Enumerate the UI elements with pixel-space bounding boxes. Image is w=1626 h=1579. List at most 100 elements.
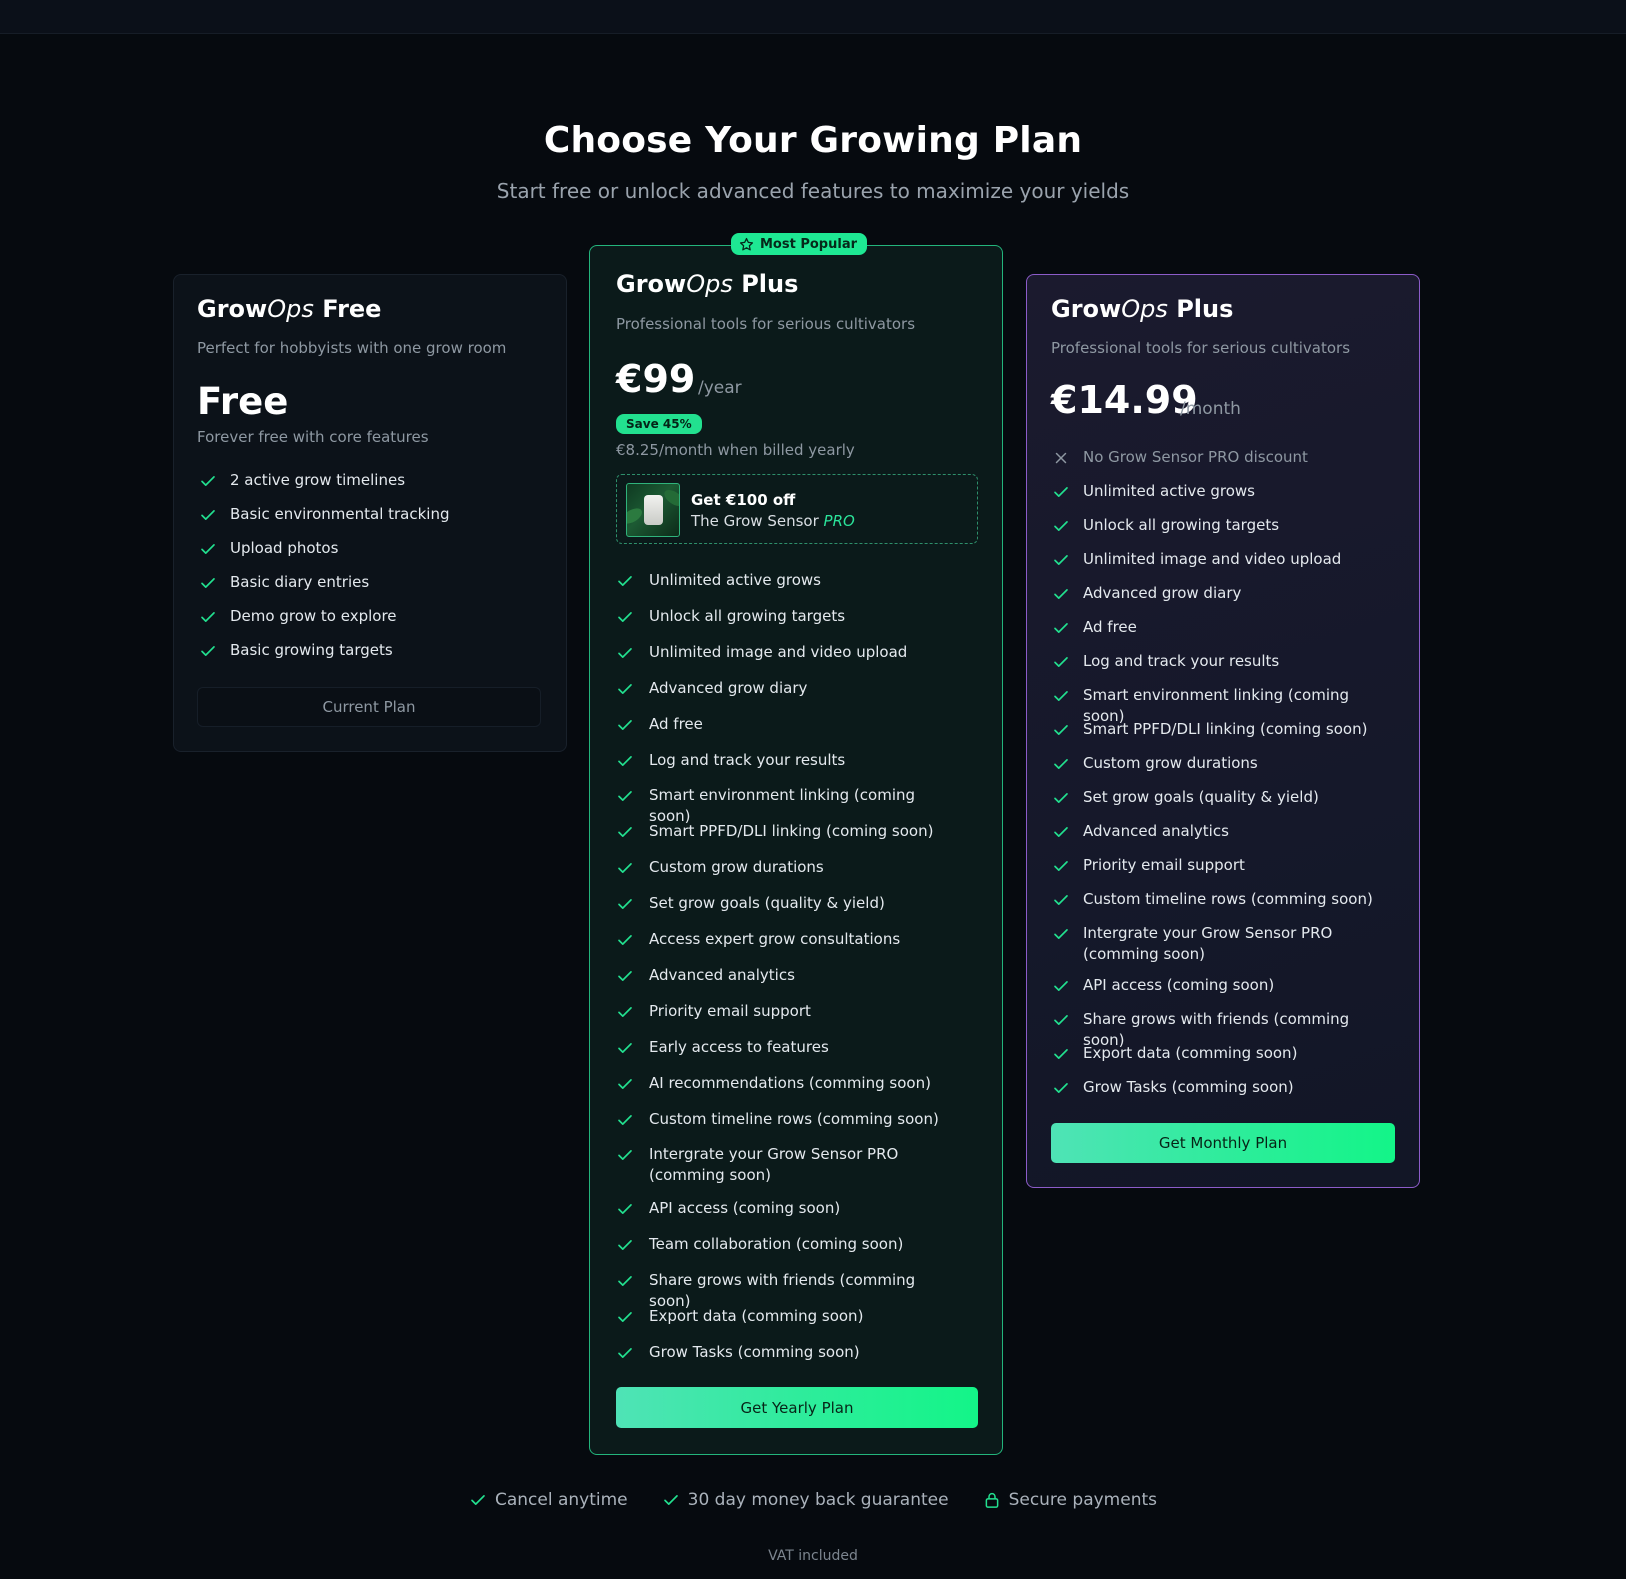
feature-item: Intergrate your Grow Sensor PRO (comming… — [616, 1144, 961, 1186]
feature-item: Basic growing targets — [199, 640, 539, 661]
feature-item: Access expert grow consultations — [616, 929, 961, 950]
check-icon — [618, 827, 632, 838]
feature-item: Team collaboration (coming soon) — [616, 1234, 961, 1255]
feature-item: Export data (comming soon) — [1052, 1043, 1392, 1064]
check-icon — [1054, 657, 1068, 667]
feature-item: Advanced analytics — [616, 965, 961, 986]
brand-grow: Grow — [1051, 295, 1122, 323]
feature-item: Advanced grow diary — [1052, 583, 1392, 604]
feature-label: Basic environmental tracking — [230, 505, 450, 523]
brand-ops: Ops — [267, 295, 314, 323]
promo-subtitle-text: The Grow Sensor — [691, 512, 824, 530]
feature-label: Access expert grow consultations — [649, 930, 901, 948]
check-icon — [471, 1495, 485, 1505]
current-plan-button[interactable]: Current Plan — [197, 687, 541, 727]
feature-label: API access (coming soon) — [649, 1199, 841, 1218]
promo-title: Get €100 off — [691, 491, 796, 509]
feature-label: Custom timeline rows (comming soon) — [649, 1109, 939, 1128]
feature-item: No Grow Sensor PRO discount — [1052, 447, 1392, 468]
current-plan-label: Current Plan — [322, 698, 416, 716]
check-icon — [663, 1495, 678, 1505]
feature-item: Basic diary entries — [199, 572, 539, 593]
check-icon — [1054, 555, 1068, 565]
feature-label: Smart PPFD/DLI linking (coming soon) — [1083, 720, 1368, 738]
plan-name-suffix: Plus — [1176, 295, 1234, 323]
feature-label: Ad free — [1083, 618, 1137, 636]
feature-label: Export data (comming soon) — [649, 1307, 864, 1326]
feature-item: Custom timeline rows (comming soon) — [616, 1109, 961, 1130]
feature-item: Smart PPFD/DLI linking (coming soon) — [616, 821, 961, 842]
feature-label: Demo grow to explore — [230, 607, 397, 625]
feature-item: Unlimited active grows — [1052, 481, 1392, 502]
feature-item: Intergrate your Grow Sensor PRO (comming… — [1052, 923, 1392, 965]
price-free: Free — [197, 380, 289, 423]
assurance-row: Cancel anytime 30 day money back guarant… — [0, 1490, 1626, 1510]
feature-label: API access (coming soon) — [1083, 976, 1275, 994]
check-icon — [1054, 981, 1068, 991]
brand-ops: Ops — [1121, 295, 1168, 323]
feature-label: Intergrate your Grow Sensor PRO (comming… — [649, 1145, 899, 1185]
check-icon — [618, 935, 632, 945]
feature-label: Log and track your results — [1083, 652, 1280, 670]
brand-ops: Ops — [686, 270, 733, 298]
check-icon — [618, 1006, 632, 1017]
brand-grow: Grow — [197, 295, 268, 323]
check-icon — [618, 576, 632, 586]
most-popular-label: Most Popular — [760, 236, 858, 252]
feature-item: Custom grow durations — [616, 857, 961, 878]
check-icon — [618, 1348, 632, 1358]
feature-item: Log and track your results — [616, 750, 961, 771]
feature-label: Grow Tasks (comming soon) — [649, 1343, 860, 1361]
check-icon — [618, 1240, 632, 1251]
feature-label: Unlimited image and video upload — [1083, 550, 1342, 568]
feature-item: Basic environmental tracking — [199, 504, 539, 525]
feature-label: Intergrate your Grow Sensor PRO (comming… — [1083, 924, 1333, 963]
feature-label: Advanced analytics — [1083, 822, 1229, 840]
page-title: Choose Your Growing Plan — [543, 120, 1083, 161]
feature-label: Unlock all growing targets — [649, 606, 846, 625]
feature-item: Custom grow durations — [1052, 753, 1392, 774]
monthly-equivalent: €8.25/month when billed yearly — [616, 441, 855, 459]
check-icon — [618, 899, 632, 910]
feature-label: Custom grow durations — [1083, 754, 1258, 772]
get-yearly-plan-button[interactable]: Get Yearly Plan — [616, 1387, 978, 1428]
feature-item: Smart PPFD/DLI linking (coming soon) — [1052, 719, 1392, 740]
feature-label: Priority email support — [649, 1001, 811, 1020]
feature-label: Upload photos — [230, 539, 339, 557]
vat-note: VAT included — [768, 1548, 858, 1564]
check-icon — [201, 646, 215, 656]
check-icon — [1054, 623, 1068, 633]
feature-label: Smart PPFD/DLI linking (coming soon) — [649, 822, 934, 841]
promo-subtitle: The Grow Sensor PRO — [691, 512, 855, 530]
feature-label: Advanced grow diary — [1083, 584, 1242, 602]
feature-label: Unlock all growing targets — [1083, 516, 1280, 534]
plan-title-monthly: GrowOps Plus — [1051, 295, 1233, 323]
feature-item: Ad free — [616, 714, 961, 735]
get-monthly-plan-button[interactable]: Get Monthly Plan — [1051, 1123, 1395, 1163]
check-icon — [1054, 589, 1068, 599]
feature-label: Early access to features — [649, 1037, 829, 1056]
feature-item: Upload photos — [199, 538, 539, 559]
top-bar — [0, 0, 1626, 34]
feature-label: Unlimited image and video upload — [649, 642, 908, 661]
check-icon — [618, 1312, 632, 1323]
feature-item: Priority email support — [1052, 855, 1392, 876]
sensor-promo[interactable]: Get €100 off The Grow Sensor PRO — [616, 474, 978, 544]
feature-item: AI recommendations (comming soon) — [616, 1073, 961, 1094]
brand-grow: Grow — [616, 270, 687, 298]
check-icon — [1054, 521, 1068, 531]
check-icon — [1054, 725, 1068, 735]
price-monthly: €14.99 — [1051, 378, 1198, 422]
feature-item: Advanced grow diary — [616, 678, 961, 699]
star-icon — [739, 237, 754, 250]
price-note-free: Forever free with core features — [197, 428, 429, 446]
check-icon — [1054, 691, 1068, 701]
feature-label: Custom timeline rows (comming soon) — [1083, 890, 1373, 908]
most-popular-badge: Most Popular — [731, 233, 868, 255]
check-icon — [1054, 895, 1068, 905]
check-icon — [1054, 487, 1068, 497]
check-icon — [618, 755, 632, 766]
feature-label: Team collaboration (coming soon) — [649, 1235, 904, 1254]
assurance-secure: Secure payments — [983, 1490, 1157, 1510]
check-icon — [201, 510, 215, 520]
